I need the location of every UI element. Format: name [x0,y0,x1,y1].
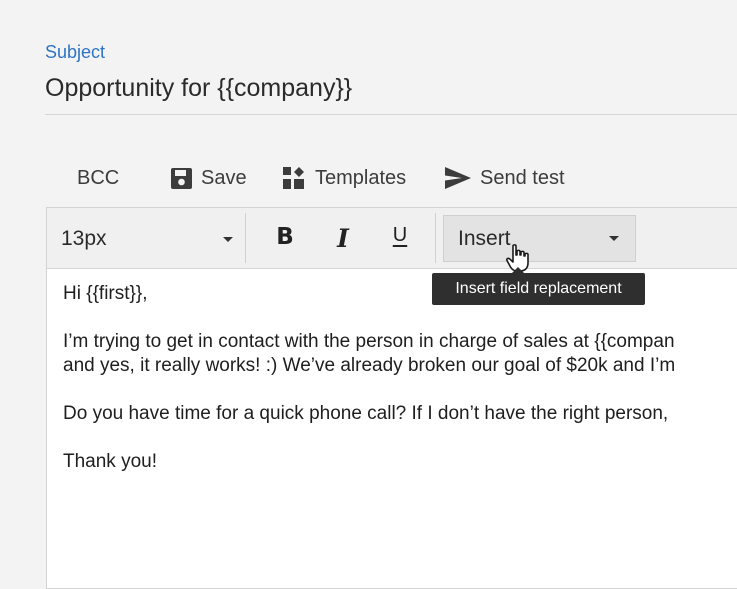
save-button-label: Save [201,166,247,189]
bcc-button-label: BCC [77,166,120,189]
font-size-value: 13px [61,227,107,250]
caret-down-icon [223,236,233,242]
bcc-button[interactable]: BCC [77,164,119,192]
body-paragraph: Do you have time for a quick phone call?… [63,402,737,426]
body-line: I’m trying to get in contact with the pe… [63,331,675,352]
body-paragraph: Thank you! [63,450,737,474]
templates-button[interactable]: Templates [283,164,406,192]
insert-select-value: Insert [458,226,511,250]
font-size-select[interactable]: 13px [61,222,235,256]
save-button[interactable]: Save [171,164,247,192]
body-line: Do you have time for a quick phone call?… [63,403,669,424]
italic-button[interactable]: I [331,224,355,254]
send-test-button[interactable]: Send test [445,164,565,192]
body-paragraph: I’m trying to get in contact with the pe… [63,330,737,378]
send-arrow-icon [445,167,471,189]
send-test-button-label: Send test [480,166,565,189]
email-editor: 13px B I U Insert Hi {{first}}, I’m tryi… [46,207,737,589]
body-line: Hi {{first}}, [63,283,148,304]
floppy-disk-icon [171,167,192,189]
insert-field-select[interactable]: Insert [443,215,636,262]
bold-button[interactable]: B [273,224,297,254]
caret-down-icon [609,236,619,241]
email-body[interactable]: Hi {{first}}, I’m trying to get in conta… [63,282,737,498]
templates-button-label: Templates [315,166,407,189]
toolbar-separator [245,213,246,263]
subject-label: Subject [45,42,106,62]
toolbar-separator [435,213,436,263]
templates-grid-icon [283,167,306,189]
body-line: and yes, it really works! :) We’ve alrea… [63,355,676,376]
underline-button[interactable]: U [388,224,412,254]
subject-divider [45,114,737,115]
body-line: Thank you! [63,451,157,472]
underline-button-label: U [392,224,408,246]
subject-input[interactable]: Opportunity for {{company}} [45,74,352,103]
tooltip: Insert field replacement [432,267,645,305]
format-toolbar: 13px B I U Insert [47,208,737,269]
